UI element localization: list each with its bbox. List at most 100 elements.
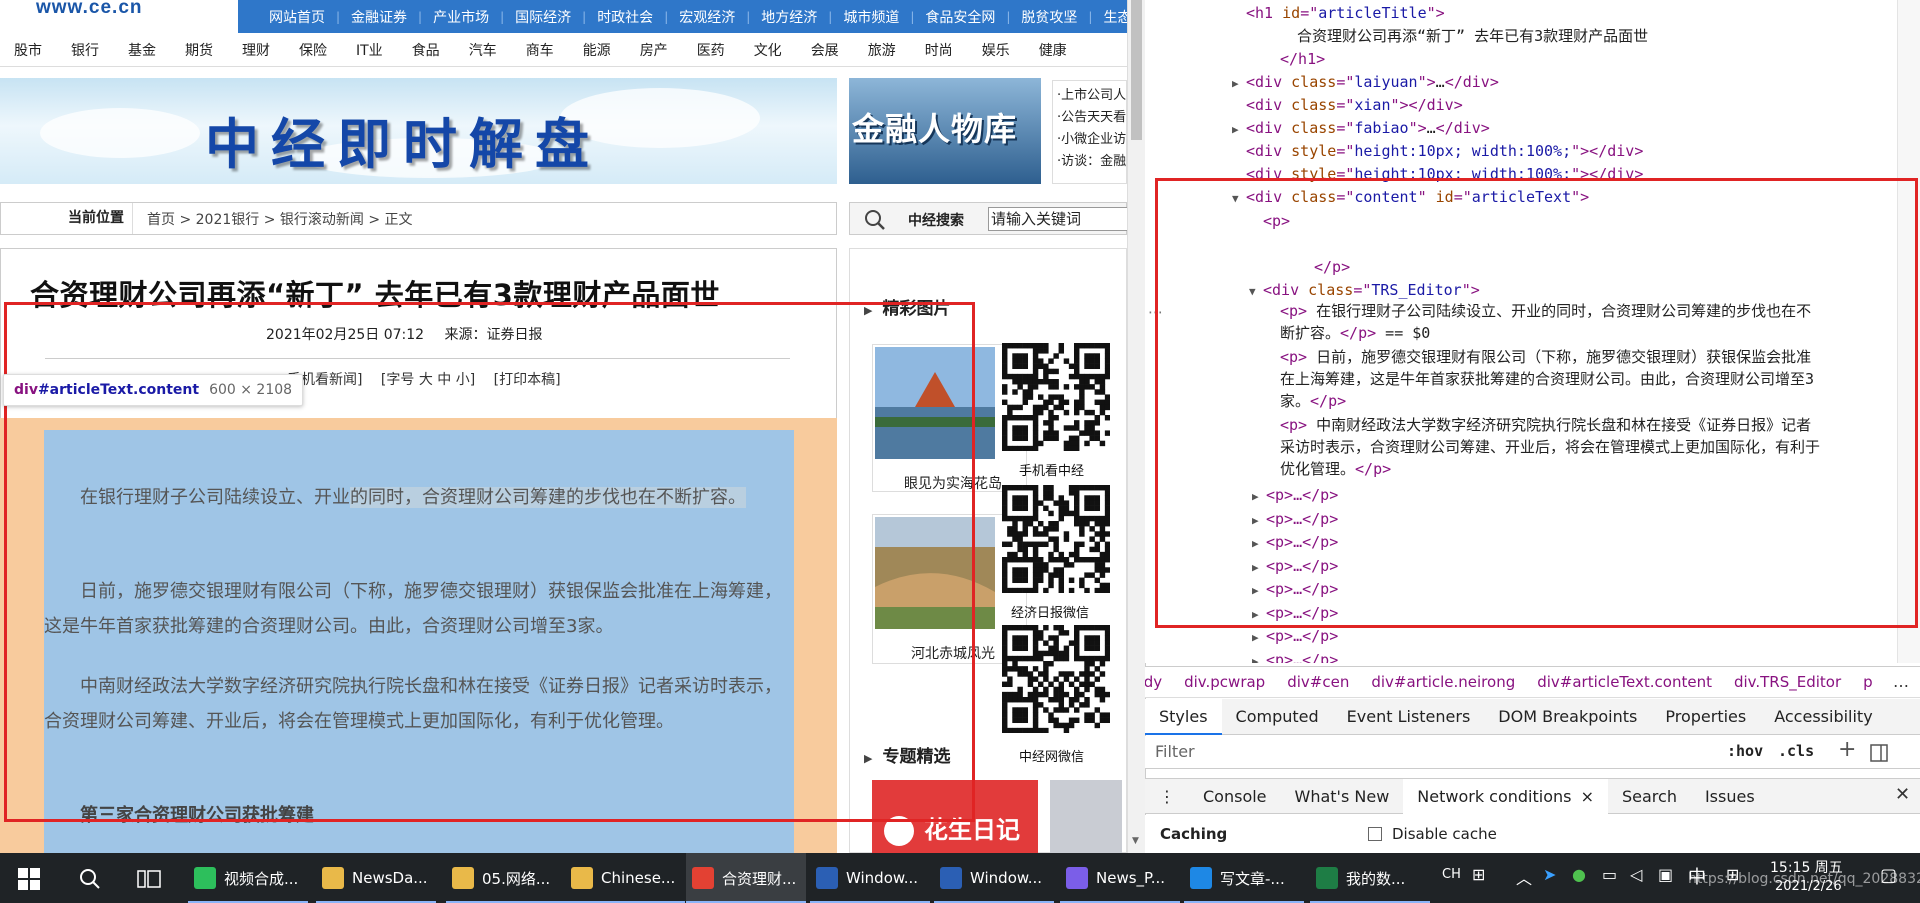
dom-node-line[interactable]: <h1 id="articleTitle">	[1246, 2, 1445, 25]
finance-people-banner[interactable]: 金融人物库	[849, 78, 1041, 184]
styles-tab[interactable]: Styles	[1145, 698, 1222, 735]
sub-nav-link[interactable]: 理财	[242, 40, 270, 60]
drawer-tab[interactable]: Network conditions ×	[1403, 778, 1608, 814]
notification-icon[interactable]: ▢	[1880, 865, 1897, 886]
devtools-breadcrumb[interactable]: body	[1145, 673, 1162, 691]
expand-toggle-icon[interactable]: ▶	[1232, 118, 1246, 141]
dom-node-line[interactable]: 合资理财公司再添“新丁” 去年已有3款理财产品面世	[1297, 25, 1648, 48]
send-icon[interactable]: ➤	[1543, 865, 1556, 884]
taskbar-app[interactable]: 05.网络...	[446, 853, 566, 903]
sub-nav-link[interactable]: 银行	[71, 40, 99, 60]
input-lang[interactable]: CH	[1442, 867, 1461, 882]
disable-cache-checkbox[interactable]	[1368, 827, 1382, 841]
sub-nav-link[interactable]: 旅游	[868, 40, 896, 60]
expand-toggle-icon[interactable]: ▶	[1252, 626, 1266, 649]
close-drawer-icon[interactable]: ✕	[1895, 784, 1910, 805]
sub-nav-link[interactable]: 健康	[1039, 40, 1067, 60]
sub-nav-link[interactable]: 时尚	[925, 40, 953, 60]
top-nav-link[interactable]: 网站首页	[258, 7, 336, 27]
side-link[interactable]: ·小微企业访	[1057, 129, 1126, 151]
dom-node-line[interactable]: </h1>	[1280, 48, 1325, 71]
top-nav-link[interactable]: 时政社会	[586, 7, 664, 27]
taskbar-app[interactable]: Chinese...	[565, 853, 685, 903]
dom-node-line[interactable]: <div class="xian"></div>	[1246, 94, 1463, 117]
scroll-down-arrow[interactable]: ▼	[1132, 836, 1139, 846]
search-input[interactable]: 请输入关键词	[988, 207, 1127, 231]
chevron-up-icon[interactable]: ︿	[1516, 865, 1532, 889]
drawer-tab[interactable]: What's New	[1281, 779, 1404, 814]
dom-node-line[interactable]: ▶ <div class="laiyuan">…</div>	[1232, 71, 1499, 94]
devtools-breadcrumb[interactable]: div#cen	[1287, 673, 1349, 691]
top-nav-link[interactable]: 食品安全网	[914, 7, 1006, 27]
devtools-breadcrumb[interactable]: p	[1863, 673, 1873, 691]
taskbar-app[interactable]: NewsDa...	[316, 853, 436, 903]
task-view-icon[interactable]	[137, 868, 161, 890]
taskbar-app[interactable]: 写文章-...	[1184, 853, 1304, 903]
top-nav-link[interactable]: 城市频道	[832, 7, 910, 27]
network-icon[interactable]: ▣	[1658, 865, 1673, 884]
sub-nav-link[interactable]: 文化	[754, 40, 782, 60]
top-nav-link[interactable]: 产业市场	[422, 7, 500, 27]
drawer-tab[interactable]: Console	[1189, 779, 1281, 814]
sidebar-toggle-icon[interactable]	[1869, 743, 1889, 763]
scrollbar-thumb[interactable]	[1131, 0, 1142, 140]
styles-tab[interactable]: Computed	[1222, 699, 1333, 735]
expand-toggle-icon[interactable]: ▶	[1232, 72, 1246, 95]
top-nav-link[interactable]: 国际经济	[504, 7, 582, 27]
topic-photo[interactable]	[1050, 780, 1122, 853]
top-nav-link[interactable]: 脱贫攻坚	[1010, 7, 1088, 27]
drawer-menu-icon[interactable]: ⋮	[1145, 779, 1189, 814]
site-logo-text[interactable]: www.ce.cn	[36, 0, 143, 19]
filter-input[interactable]: Filter	[1155, 742, 1195, 761]
page-scrollbar[interactable]: ▼	[1127, 0, 1145, 853]
side-link[interactable]: ·上市公司人	[1057, 85, 1126, 107]
devtools-breadcrumb[interactable]: div#articleText.content	[1537, 673, 1712, 691]
ime-grid-icon[interactable]: ⊞	[1472, 865, 1485, 884]
side-link[interactable]: ·访谈：金融	[1057, 151, 1126, 173]
taskbar-app[interactable]: Window...	[810, 853, 930, 903]
add-rule-icon[interactable]: +	[1838, 737, 1856, 762]
drawer-tab[interactable]: Issues	[1691, 779, 1769, 814]
sub-nav-link[interactable]: IT业	[356, 40, 383, 60]
site-logo[interactable]: www.ce.cn	[0, 0, 260, 30]
taskbar-app[interactable]: 合资理财...	[686, 853, 806, 903]
sub-nav-link[interactable]: 期货	[185, 40, 213, 60]
taskbar-app[interactable]: News_P...	[1060, 853, 1180, 903]
sub-nav-link[interactable]: 食品	[412, 40, 440, 60]
taskbar-app[interactable]: 视频合成...	[188, 853, 308, 903]
taskbar-app[interactable]: Window...	[934, 853, 1054, 903]
dom-node-line[interactable]: <div style="height:10px; width:100%;"></…	[1246, 140, 1643, 163]
dom-node-line[interactable]: ▶ <p>…</p>	[1252, 649, 1338, 664]
sub-nav-link[interactable]: 能源	[583, 40, 611, 60]
styles-tab[interactable]: Accessibility	[1760, 699, 1886, 735]
devtools-breadcrumb[interactable]: div.pcwrap	[1184, 673, 1265, 691]
sub-nav-link[interactable]: 股市	[14, 40, 42, 60]
banner-image[interactable]: 中经即时解盘	[0, 78, 837, 184]
styles-tab[interactable]: DOM Breakpoints	[1484, 699, 1651, 735]
expand-toggle-icon[interactable]: ▶	[1252, 650, 1266, 664]
search-icon[interactable]	[78, 867, 102, 891]
battery-icon[interactable]: ▭	[1602, 865, 1617, 884]
sub-nav-link[interactable]: 基金	[128, 40, 156, 60]
drawer-tab[interactable]: Search	[1608, 779, 1691, 814]
windows-start-icon[interactable]	[18, 868, 40, 890]
cls-toggle[interactable]: .cls	[1778, 742, 1814, 760]
more-icon[interactable]: …	[1893, 672, 1909, 691]
devtools-breadcrumb[interactable]: div#article.neirong	[1371, 673, 1515, 691]
top-nav-link[interactable]: 宏观经济	[668, 7, 746, 27]
top-nav-link[interactable]: 生态	[1092, 7, 1127, 27]
dom-node-line[interactable]: ▶ <div class="fabiao">…</div>	[1232, 117, 1490, 140]
search-icon[interactable]	[864, 209, 886, 231]
sub-nav-link[interactable]: 房产	[640, 40, 668, 60]
sub-nav-link[interactable]: 商车	[526, 40, 554, 60]
sub-nav-link[interactable]: 汽车	[469, 40, 497, 60]
sub-nav-link[interactable]: 医药	[697, 40, 725, 60]
side-link[interactable]: ·公告天天看	[1057, 107, 1126, 129]
top-nav-link[interactable]: 金融证券	[340, 7, 418, 27]
sub-nav-link[interactable]: 会展	[811, 40, 839, 60]
hov-toggle[interactable]: :hov	[1727, 742, 1763, 760]
top-nav-link[interactable]: 地方经济	[750, 7, 828, 27]
sub-nav-link[interactable]: 保险	[299, 40, 327, 60]
devtools-breadcrumb[interactable]: div.TRS_Editor	[1734, 673, 1841, 691]
breadcrumb-path[interactable]: 首页 > 2021银行 > 银行滚动新闻 > 正文	[133, 209, 413, 229]
